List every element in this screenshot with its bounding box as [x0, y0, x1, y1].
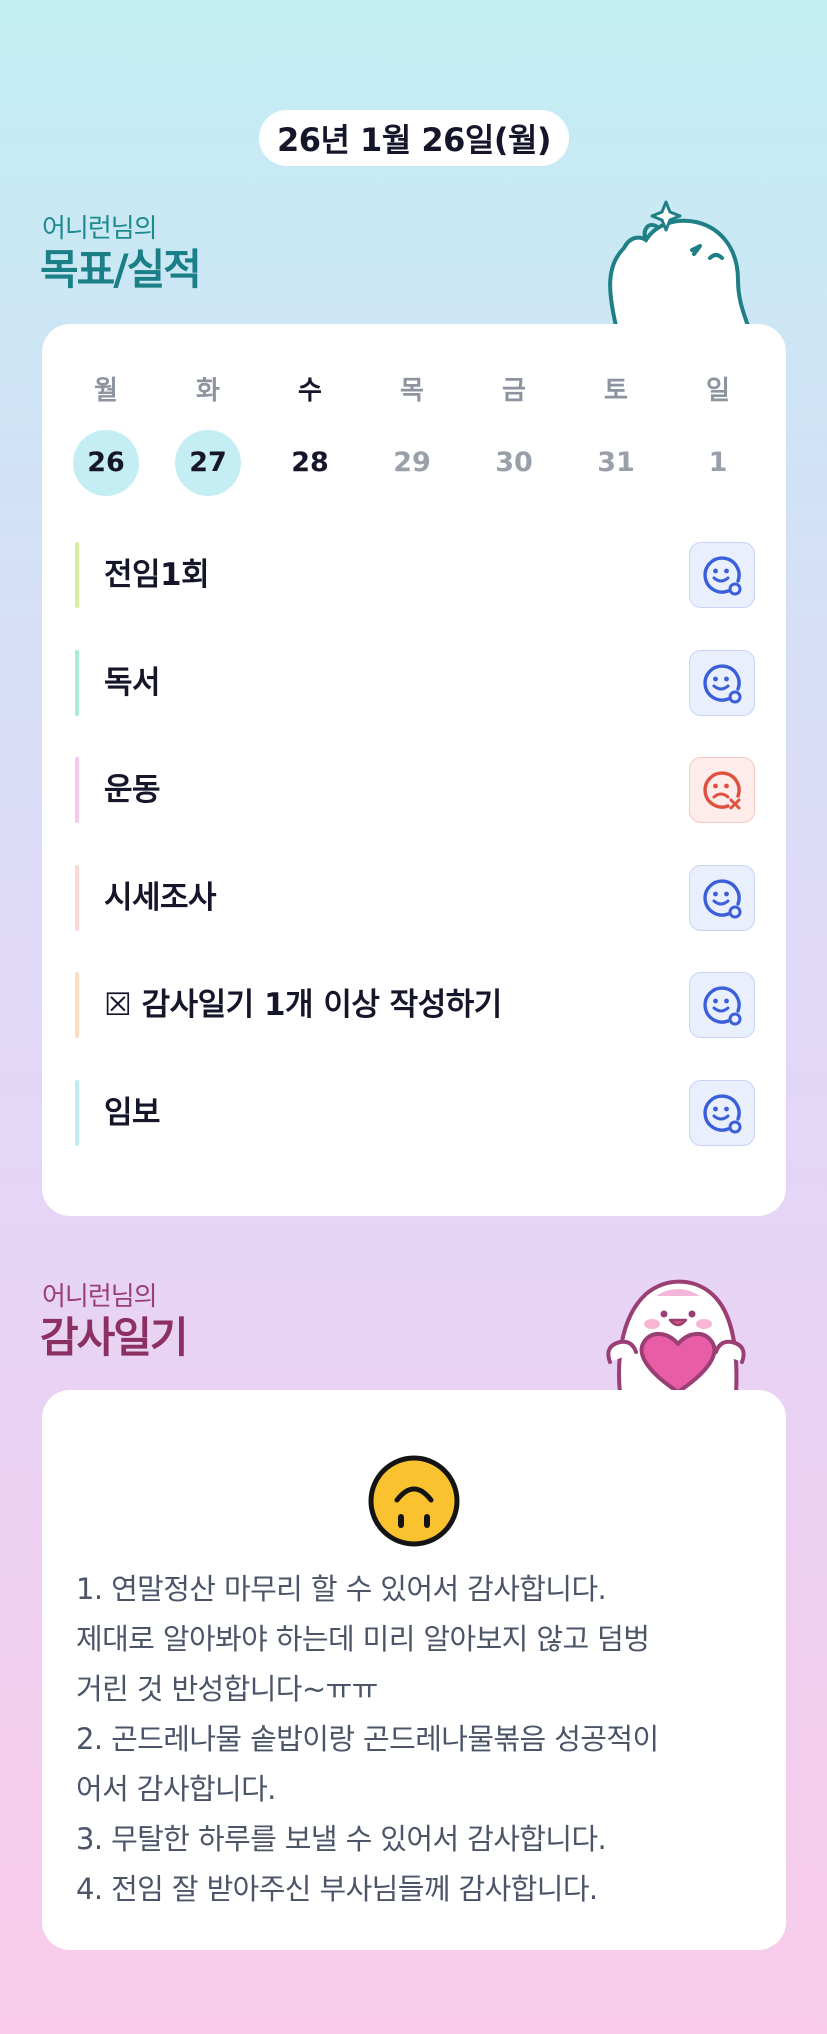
date-pill: 26년 1월 26일(월): [259, 110, 569, 166]
date-text: 26년 1월 26일(월): [276, 121, 552, 159]
smile-o-icon: [703, 664, 742, 704]
goal-status-button[interactable]: [689, 650, 755, 716]
goal-color-bar: [75, 542, 79, 608]
goal-row: 시세조사: [75, 865, 755, 931]
diary-line: 제대로 알아봐야 하는데 미리 알아보지 않고 덤벙: [76, 1622, 650, 1656]
week-strip: 월 26 화 27 수 28 목 29 금 30 토 31 일 1: [72, 374, 752, 514]
goal-color-bar: [75, 865, 79, 931]
day-tue[interactable]: 화 27: [174, 374, 242, 496]
goal-label: 전임1회: [104, 557, 210, 593]
day-number: 28: [291, 447, 329, 478]
smile-o-icon: [703, 986, 742, 1026]
day-number: 1: [708, 447, 728, 478]
ghost-mascot-icon: [608, 200, 751, 326]
day-thu[interactable]: 목 29: [378, 374, 446, 496]
day-fri[interactable]: 금 30: [480, 374, 548, 496]
smile-o-icon: [703, 556, 742, 596]
goal-label: 독서: [104, 665, 161, 701]
smile-o-icon: [703, 879, 742, 919]
day-number: 31: [597, 447, 635, 478]
goal-status-button[interactable]: [689, 542, 755, 608]
day-sat[interactable]: 토 31: [582, 374, 650, 496]
day-mon[interactable]: 월 26: [72, 374, 140, 496]
goal-row: 임보: [75, 1080, 755, 1146]
diary-section-title: 감사일기: [40, 1313, 189, 1362]
gratitude-diary-card: 1. 연말정산 마무리 할 수 있어서 감사합니다. 제대로 알아봐야 하는데 …: [42, 1390, 786, 1950]
goal-row: 독서: [75, 650, 755, 716]
goal-row: 운동: [75, 757, 755, 823]
goal-label: 운동: [104, 772, 161, 808]
sad-x-icon: [703, 771, 741, 810]
goals-card: 월 26 화 27 수 28 목 29 금 30 토 31 일 1 전임1회 독…: [42, 324, 786, 1216]
day-number: 27: [175, 430, 241, 496]
day-sun[interactable]: 일 1: [684, 374, 752, 496]
diary-line: 4. 전임 잘 받아주신 부사님들께 감사합니다.: [76, 1872, 598, 1906]
diary-line: 2. 곤드레나물 솥밥이랑 곤드레나물볶음 성공적이: [76, 1722, 659, 1756]
day-wed[interactable]: 수 28: [276, 374, 344, 496]
goal-label: 임보: [104, 1095, 161, 1131]
goal-label: 시세조사: [104, 880, 217, 916]
goal-status-button[interactable]: [689, 865, 755, 931]
heart-mascot-icon: [606, 1279, 746, 1394]
goal-row: ☒ 감사일기 1개 이상 작성하기: [75, 972, 755, 1038]
goal-status-button[interactable]: [689, 1080, 755, 1146]
diary-line: 1. 연말정산 마무리 할 수 있어서 감사합니다.: [76, 1572, 607, 1606]
goal-status-button[interactable]: [689, 972, 755, 1038]
smile-o-icon: [703, 1094, 742, 1134]
day-number: 26: [73, 430, 139, 496]
goal-label: ☒ 감사일기 1개 이상 작성하기: [104, 987, 502, 1023]
day-number: 29: [393, 447, 431, 478]
goal-row: 전임1회: [75, 542, 755, 608]
goals-section-title: 목표/실적: [40, 245, 202, 294]
goal-status-button[interactable]: [689, 757, 755, 823]
goal-color-bar: [75, 757, 79, 823]
diary-line: 어서 감사합니다.: [76, 1772, 276, 1806]
diary-line: 3. 무탈한 하루를 보낼 수 있어서 감사합니다.: [76, 1822, 607, 1856]
goal-color-bar: [75, 1080, 79, 1146]
upside-down-face-icon: [368, 1455, 460, 1547]
diary-line: 거린 것 반성합니다~ㅠㅠ: [76, 1672, 378, 1706]
goal-color-bar: [75, 650, 79, 716]
day-number: 30: [495, 447, 533, 478]
goal-color-bar: [75, 972, 79, 1038]
diary-text: 1. 연말정산 마무리 할 수 있어서 감사합니다. 제대로 알아봐야 하는데 …: [76, 1564, 766, 1914]
